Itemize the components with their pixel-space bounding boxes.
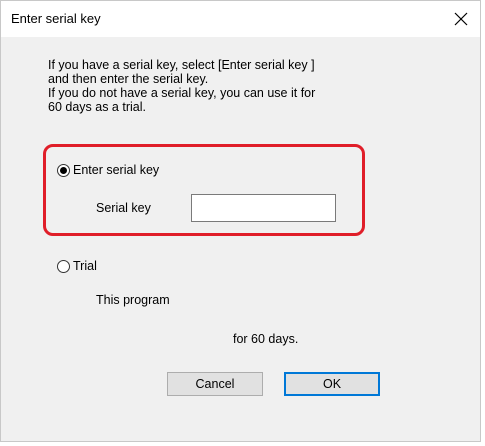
- trial-label: Trial: [73, 259, 97, 273]
- radio-selected-dot: [60, 166, 67, 174]
- serial-key-input[interactable]: [191, 194, 336, 222]
- trial-option[interactable]: Trial: [57, 259, 97, 273]
- cancel-button[interactable]: Cancel: [167, 372, 263, 396]
- instructions-line: If you have a serial key, select [Enter …: [48, 58, 315, 72]
- instructions-line: and then enter the serial key.: [48, 72, 209, 86]
- close-button[interactable]: [444, 3, 478, 35]
- enter-serial-key-radio[interactable]: [57, 163, 70, 177]
- trial-description-line1: This program: [96, 293, 170, 307]
- instructions-text: If you have a serial key, select [Enter …: [48, 58, 408, 114]
- highlight-annotation: [43, 144, 365, 236]
- window-title: Enter serial key: [11, 11, 101, 26]
- title-bar[interactable]: Enter serial key: [1, 1, 480, 37]
- instructions-line: 60 days as a trial.: [48, 100, 146, 114]
- trial-description-line2: for 60 days.: [233, 332, 299, 346]
- trial-radio[interactable]: [57, 259, 70, 273]
- serial-key-label: Serial key: [96, 201, 151, 215]
- close-icon: [454, 12, 468, 26]
- serial-key-dialog: Enter serial key If you have a serial ke…: [0, 0, 481, 442]
- instructions-line: If you do not have a serial key, you can…: [48, 86, 316, 100]
- enter-serial-key-option[interactable]: Enter serial key: [57, 163, 159, 177]
- enter-serial-key-label: Enter serial key: [73, 163, 160, 177]
- ok-button[interactable]: OK: [284, 372, 380, 396]
